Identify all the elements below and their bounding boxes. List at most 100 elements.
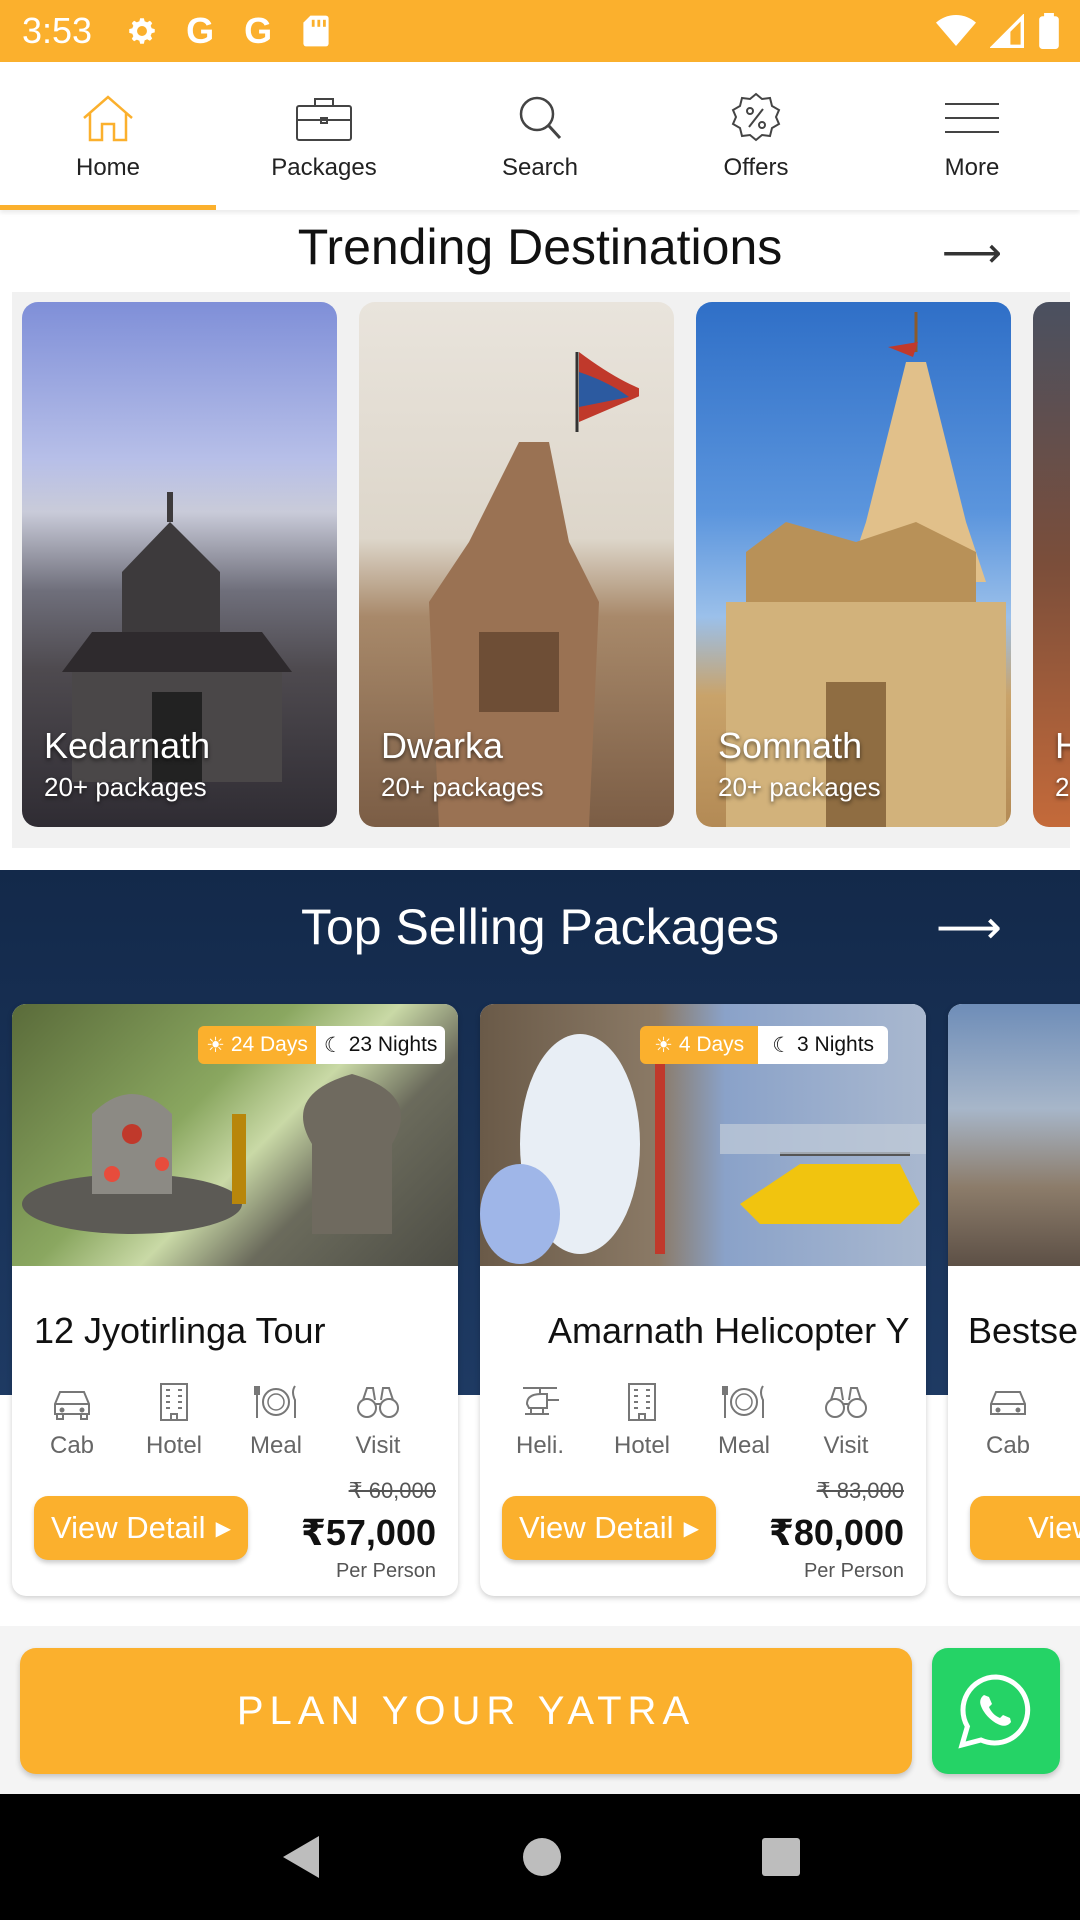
app-screen: 3:53 G G Home Packages Search Offers Mor… bbox=[0, 0, 1080, 1920]
view-detail-button[interactable]: View Detail ▶ bbox=[502, 1496, 716, 1560]
top-selling-title: Top Selling Packages bbox=[300, 899, 780, 955]
destination-count: 20+ packages bbox=[718, 772, 881, 802]
binoculars-icon bbox=[825, 1387, 867, 1418]
feature-label: Hotel bbox=[145, 1432, 203, 1459]
status-time: 3:53 bbox=[22, 10, 93, 51]
nights-text: 3 Nights bbox=[797, 1033, 875, 1056]
package-card-amarnath[interactable]: ☀ 4 Days ☾ 3 Nights Amarnath Helicopter Y … bbox=[480, 1004, 926, 1596]
gear-icon bbox=[122, 11, 162, 51]
feature-hotel: H bbox=[1064, 1382, 1080, 1460]
wifi-icon bbox=[936, 15, 976, 46]
feature-label: Visit bbox=[355, 1432, 401, 1459]
home-circle-icon[interactable] bbox=[522, 1837, 562, 1877]
package-features: Heli. Hotel Meal Visit bbox=[494, 1382, 892, 1460]
status-bar: 3:53 G G bbox=[0, 0, 1080, 62]
recents-icon[interactable] bbox=[761, 1837, 801, 1877]
trending-see-all-arrow-icon[interactable]: ⟶ bbox=[942, 228, 1002, 277]
original-price: ₹ 83,000 bbox=[816, 1478, 904, 1503]
destination-card-dwarka[interactable]: Dwarka 20+ packages bbox=[359, 302, 674, 827]
nav-item-packages[interactable]: Packages bbox=[216, 62, 432, 210]
feature-label: Meal bbox=[249, 1432, 303, 1459]
per-person-label: Per Person bbox=[803, 1560, 904, 1582]
sun-icon: ☀ bbox=[654, 1033, 673, 1057]
nav-item-more[interactable]: More bbox=[864, 62, 1080, 210]
hotel-icon bbox=[628, 1383, 656, 1421]
nav-item-search[interactable]: Search bbox=[432, 62, 648, 210]
meal-icon bbox=[254, 1385, 296, 1418]
nav-label-more: More bbox=[944, 154, 1000, 181]
signal-icon bbox=[990, 14, 1024, 48]
system-navigation-bar bbox=[0, 1794, 1080, 1920]
feature-hotel: Hotel bbox=[596, 1382, 688, 1460]
package-features: Cab H bbox=[962, 1382, 1080, 1460]
feature-label: Heli. bbox=[515, 1432, 564, 1459]
feature-hotel: Hotel bbox=[128, 1382, 220, 1460]
package-name: 12 Jyotirlinga Tour bbox=[34, 1310, 326, 1351]
destination-name: Kedarnath bbox=[44, 725, 211, 766]
briefcase-icon bbox=[296, 98, 352, 141]
destination-card-kedarnath[interactable]: Kedarnath 20+ packages bbox=[22, 302, 337, 827]
binoculars-icon bbox=[357, 1387, 399, 1418]
original-price: ₹ 60,000 bbox=[348, 1478, 436, 1503]
nav-label-packages: Packages bbox=[271, 154, 377, 181]
destination-card-partial[interactable]: H 2 bbox=[1033, 302, 1070, 827]
feature-heli: Heli. bbox=[494, 1382, 586, 1460]
plan-your-yatra-button[interactable]: PLAN YOUR YATRA bbox=[20, 1648, 912, 1774]
nights-badge: ☾ 23 Nights bbox=[315, 1026, 446, 1064]
battery-icon bbox=[1039, 13, 1059, 49]
destination-card-somnath[interactable]: Somnath 20+ packages bbox=[696, 302, 1011, 827]
nav-label-search: Search bbox=[501, 154, 579, 181]
feature-label: Visit bbox=[823, 1432, 869, 1459]
caret-right-icon: ▶ bbox=[683, 1517, 699, 1540]
destination-count: 20+ packages bbox=[381, 772, 544, 802]
destination-name: Dwarka bbox=[381, 725, 504, 766]
search-icon bbox=[519, 96, 562, 140]
top-selling-see-all-arrow-icon[interactable]: ⟶ bbox=[936, 900, 1002, 954]
feature-visit: Visit bbox=[332, 1382, 424, 1460]
feature-label: Cab bbox=[985, 1432, 1031, 1459]
feature-label: Hotel bbox=[613, 1432, 671, 1459]
view-detail-label: View Detail bbox=[519, 1510, 674, 1545]
nav-item-home[interactable]: Home bbox=[0, 62, 216, 210]
package-name: Bestse bbox=[968, 1310, 1079, 1351]
back-icon[interactable] bbox=[279, 1834, 323, 1880]
feature-cab: Cab bbox=[26, 1382, 118, 1460]
view-detail-button[interactable]: View D bbox=[970, 1496, 1080, 1560]
view-detail-label: View Detail bbox=[51, 1510, 206, 1545]
moon-icon: ☾ bbox=[323, 1033, 343, 1057]
trending-carousel[interactable]: Kedarnath 20+ packages Dwarka 20+ packag… bbox=[12, 292, 1070, 848]
package-image bbox=[948, 1004, 1080, 1266]
package-features: Cab Hotel Meal Visit bbox=[26, 1382, 424, 1460]
helicopter-icon bbox=[523, 1387, 559, 1415]
feature-meal: Meal bbox=[698, 1382, 790, 1460]
destination-count: 2 bbox=[1055, 772, 1070, 802]
discounted-price: ₹80,000 bbox=[768, 1512, 904, 1553]
feature-meal: Meal bbox=[230, 1382, 322, 1460]
view-detail-button[interactable]: View Detail ▶ bbox=[34, 1496, 248, 1560]
whatsapp-button[interactable] bbox=[932, 1648, 1060, 1774]
feature-cab: Cab bbox=[962, 1382, 1054, 1460]
google-icon: G bbox=[186, 10, 215, 51]
google-icon: G bbox=[244, 10, 273, 51]
package-card-jyotirlinga[interactable]: ☀ 24 Days ☾ 23 Nights 12 Jyotirlinga Tour … bbox=[12, 1004, 458, 1596]
destination-name: H bbox=[1055, 725, 1070, 766]
feature-label: Cab bbox=[49, 1432, 95, 1459]
package-card-bestseller[interactable]: Bestse Cab H View D bbox=[948, 1004, 1080, 1596]
menu-icon bbox=[945, 103, 999, 133]
days-text: 4 Days bbox=[678, 1033, 745, 1056]
trending-title: Trending Destinations bbox=[297, 219, 783, 275]
destination-name: Somnath bbox=[718, 725, 863, 766]
car-icon bbox=[990, 1391, 1026, 1415]
status-right bbox=[936, 8, 1060, 54]
days-badge: ☀ 4 Days bbox=[640, 1026, 759, 1064]
days-badge: ☀ 24 Days bbox=[198, 1026, 316, 1064]
nav-item-offers[interactable]: Offers bbox=[648, 62, 864, 210]
hotel-icon bbox=[160, 1383, 188, 1421]
car-icon bbox=[54, 1391, 90, 1420]
whatsapp-icon bbox=[958, 1674, 1031, 1749]
meal-icon bbox=[722, 1385, 764, 1418]
per-person-label: Per Person bbox=[335, 1560, 436, 1582]
sd-card-icon bbox=[296, 11, 336, 51]
top-navigation: Home Packages Search Offers More bbox=[0, 62, 1080, 210]
nights-badge: ☾ 3 Nights bbox=[758, 1026, 889, 1064]
